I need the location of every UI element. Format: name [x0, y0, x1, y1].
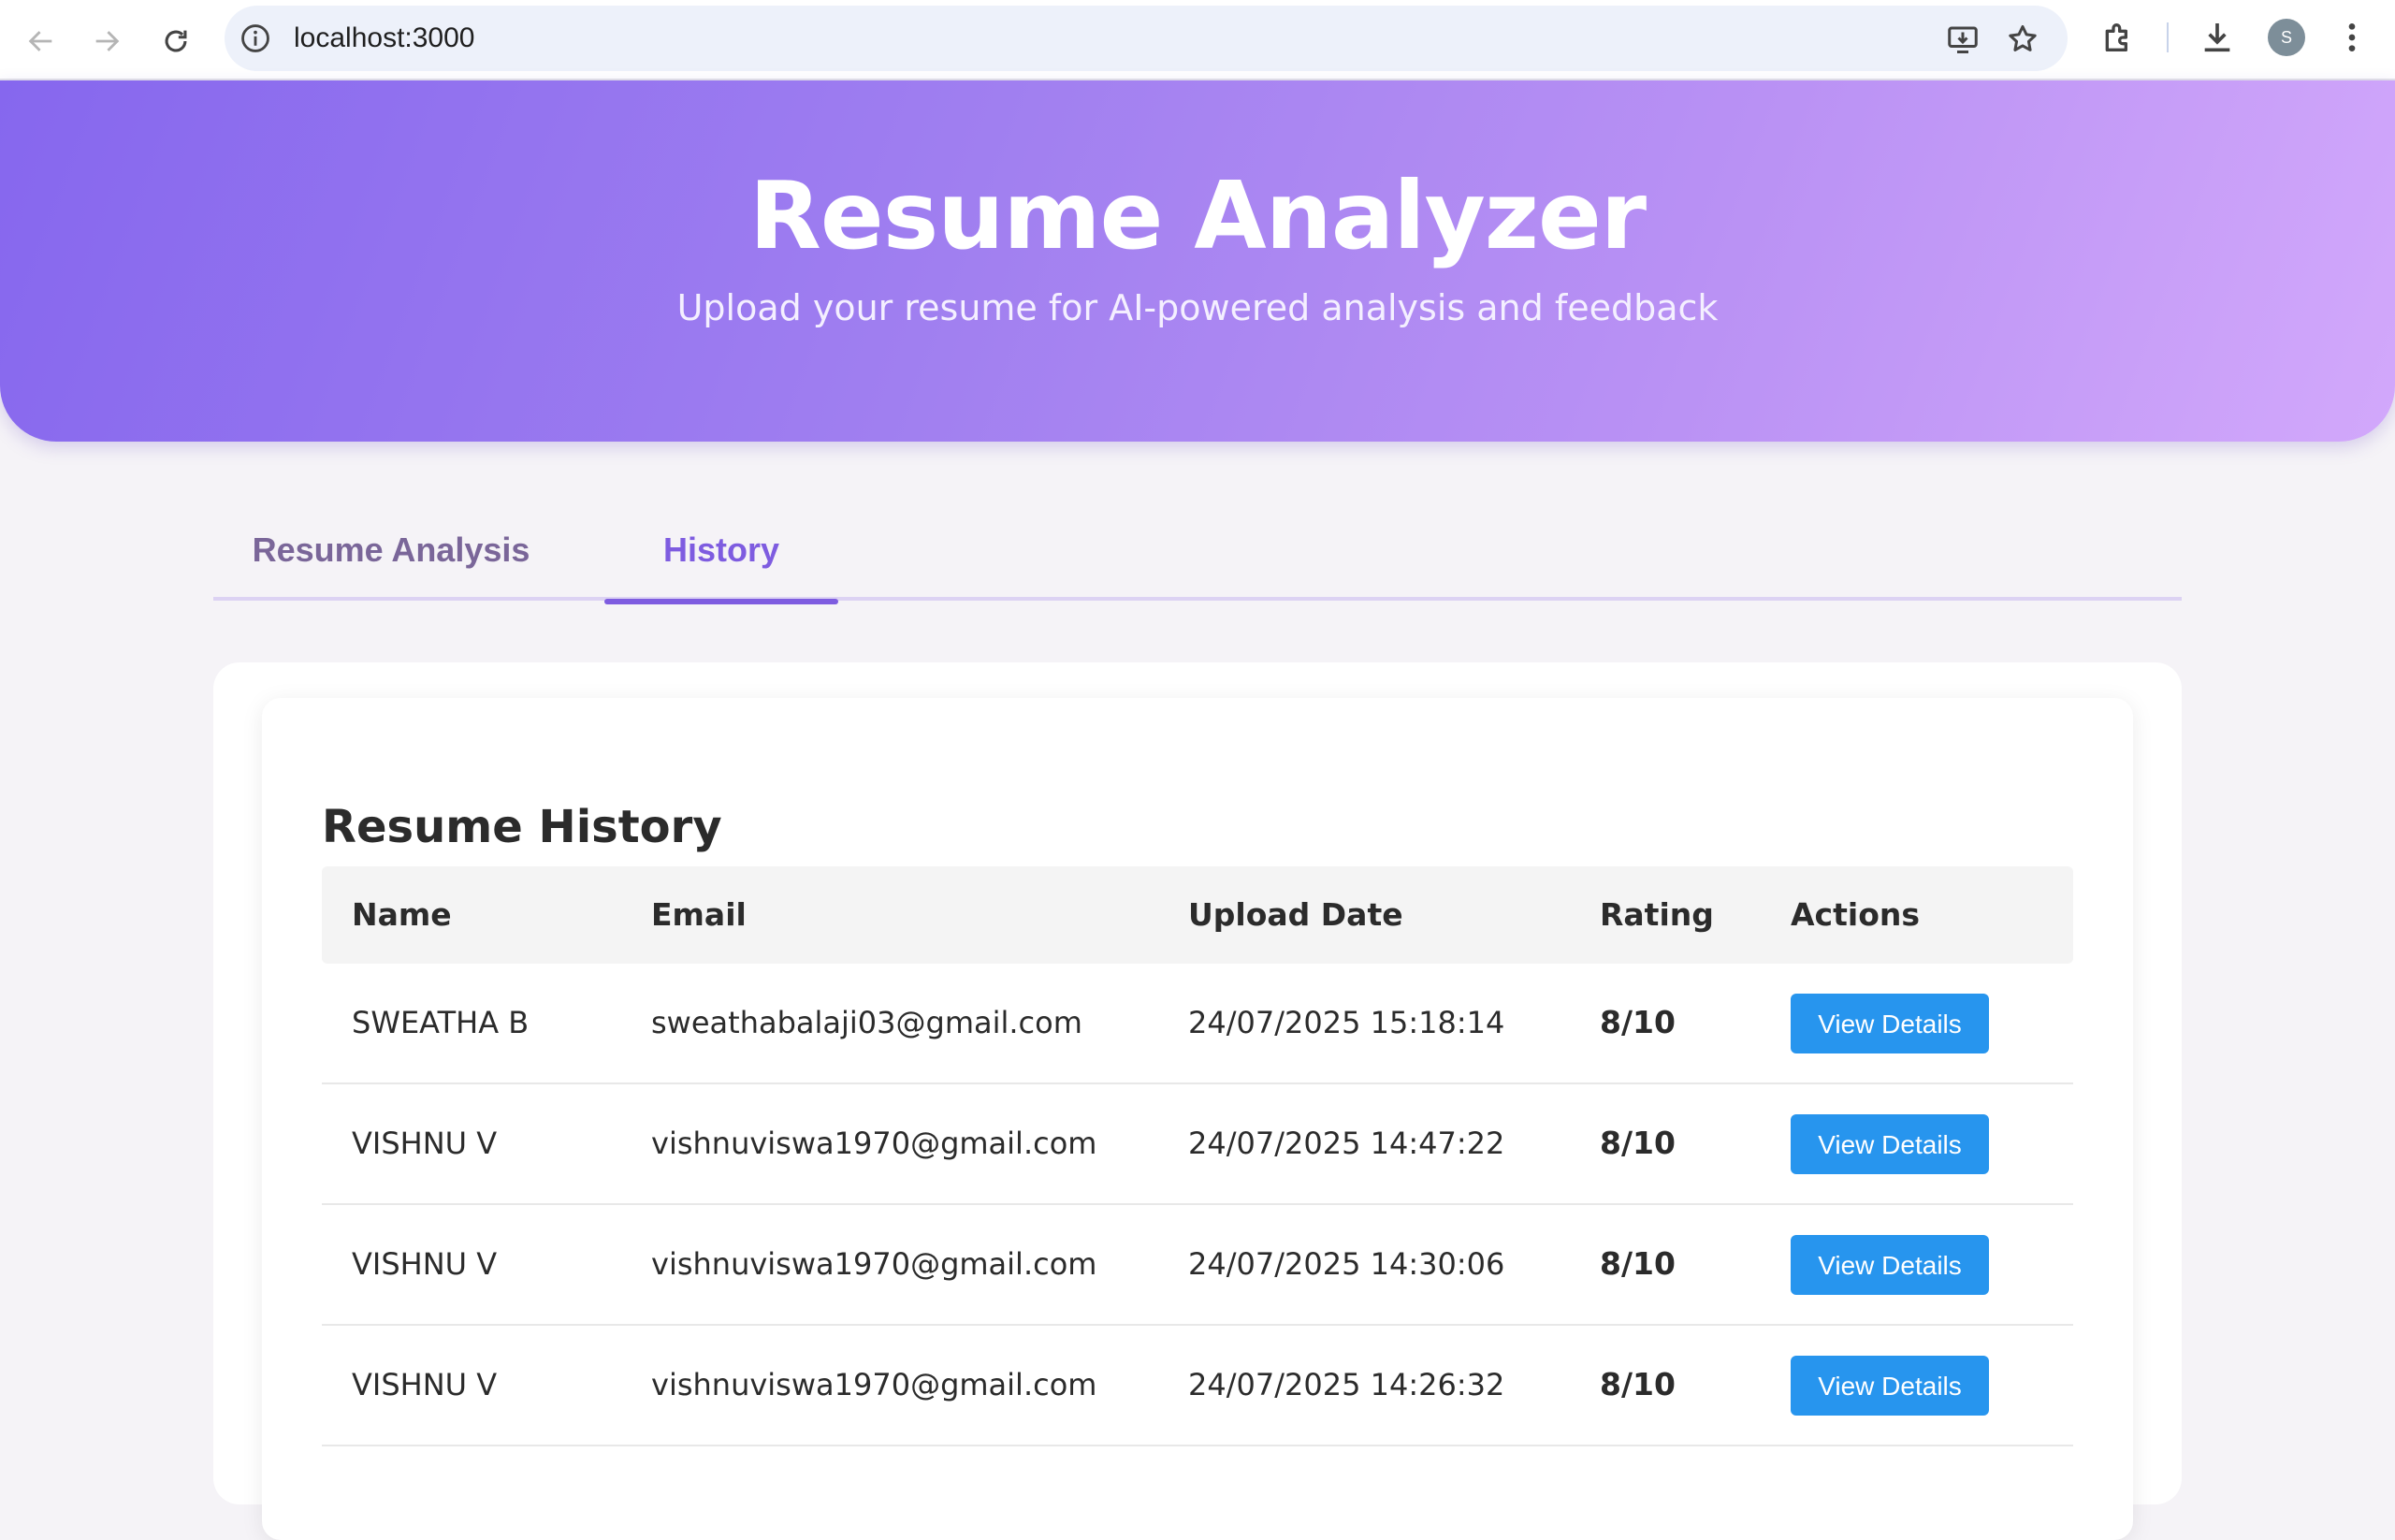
content-card: Resume History Name Email Upload Date Ra…	[213, 662, 2182, 1540]
view-details-button[interactable]: View Details	[1791, 1356, 1989, 1416]
view-details-button[interactable]: View Details	[1791, 1114, 1989, 1174]
tab-bar: Resume Analysis History	[213, 505, 2182, 604]
url-text[interactable]: localhost:3000	[294, 6, 474, 71]
toolbar-divider	[2167, 22, 2169, 52]
column-header-actions: Actions	[1791, 896, 1920, 933]
tab-resume-analysis[interactable]: Resume Analysis	[251, 505, 531, 601]
column-header-email: Email	[651, 896, 747, 933]
row-upload-date: 24/07/2025 14:30:06	[1188, 1246, 1505, 1282]
table-row: VISHNU V vishnuviswa1970@gmail.com 24/07…	[322, 1205, 2073, 1326]
arrow-right-icon	[95, 31, 120, 51]
tab-history[interactable]: History	[604, 505, 838, 604]
arrow-left-icon	[28, 31, 52, 51]
column-header-upload-date: Upload Date	[1188, 896, 1403, 933]
extensions-icon[interactable]	[2099, 19, 2137, 56]
row-rating: 8/10	[1600, 1125, 1676, 1161]
bookmark-star-icon[interactable]	[2006, 22, 2039, 56]
row-upload-date: 24/07/2025 14:26:32	[1188, 1367, 1505, 1402]
column-header-rating: Rating	[1600, 896, 1714, 933]
view-details-button[interactable]: View Details	[1791, 994, 1989, 1053]
app-subtitle: Upload your resume for AI-powered analys…	[676, 287, 1719, 328]
table-row: VISHNU V vishnuviswa1970@gmail.com 24/07…	[322, 1326, 2073, 1446]
history-table: Name Email Upload Date Rating Actions SW…	[322, 866, 2073, 1446]
row-email: sweathabalaji03@gmail.com	[651, 1005, 1082, 1040]
install-app-icon[interactable]	[1946, 22, 1980, 56]
table-row: VISHNU V vishnuviswa1970@gmail.com 24/07…	[322, 1084, 2073, 1205]
table-header: Name Email Upload Date Rating Actions	[322, 866, 2073, 964]
row-email: vishnuviswa1970@gmail.com	[651, 1126, 1097, 1161]
row-upload-date: 24/07/2025 15:18:14	[1188, 1005, 1505, 1040]
row-email: vishnuviswa1970@gmail.com	[651, 1246, 1097, 1282]
row-upload-date: 24/07/2025 14:47:22	[1188, 1126, 1505, 1161]
hero-banner: Resume Analyzer Upload your resume for A…	[0, 80, 2395, 442]
browser-toolbar: localhost:3000 S	[0, 0, 2395, 80]
column-header-name: Name	[352, 896, 452, 933]
reload-icon	[165, 30, 187, 52]
download-icon[interactable]	[2199, 19, 2236, 56]
app-title: Resume Analyzer	[748, 161, 1647, 270]
reload-button[interactable]	[150, 15, 202, 67]
profile-avatar[interactable]: S	[2268, 19, 2305, 56]
view-details-button[interactable]: View Details	[1791, 1235, 1989, 1295]
row-name: VISHNU V	[352, 1126, 498, 1161]
row-email: vishnuviswa1970@gmail.com	[651, 1367, 1097, 1402]
back-button[interactable]	[15, 15, 67, 67]
info-icon[interactable]	[240, 22, 271, 54]
history-panel: Resume History Name Email Upload Date Ra…	[262, 698, 2133, 1540]
row-name: SWEATHA B	[352, 1005, 530, 1040]
row-rating: 8/10	[1600, 1004, 1676, 1040]
table-row: SWEATHA B sweathabalaji03@gmail.com 24/0…	[322, 964, 2073, 1084]
more-menu-icon[interactable]	[2333, 19, 2371, 56]
address-bar[interactable]: localhost:3000	[225, 6, 2068, 71]
row-rating: 8/10	[1600, 1366, 1676, 1402]
history-title: Resume History	[322, 801, 722, 853]
row-name: VISHNU V	[352, 1367, 498, 1402]
row-rating: 8/10	[1600, 1245, 1676, 1282]
forward-button[interactable]	[80, 15, 133, 67]
row-name: VISHNU V	[352, 1246, 498, 1282]
